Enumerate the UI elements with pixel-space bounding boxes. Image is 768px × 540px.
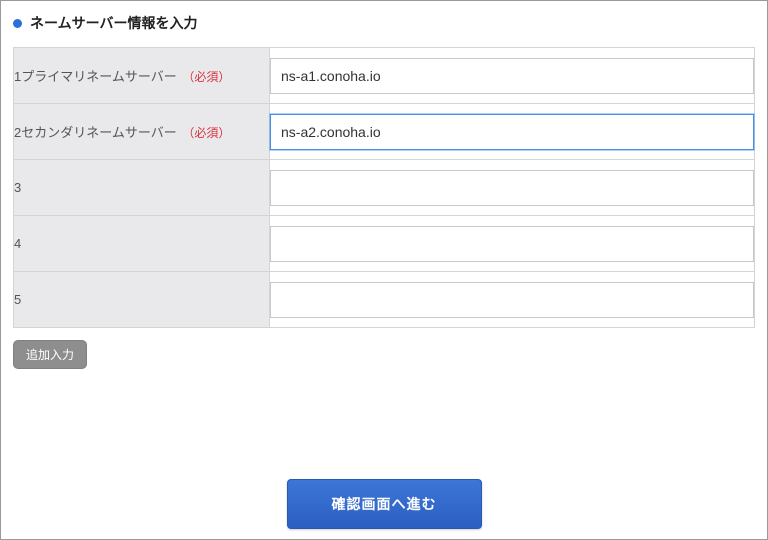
primary-ns-input[interactable]	[270, 58, 754, 94]
table-row: 2セカンダリネームサーバー （必須）	[14, 104, 755, 160]
label-ns4: 4	[14, 216, 270, 272]
required-tag: （必須）	[182, 70, 230, 84]
input-cell	[270, 104, 755, 160]
ns5-input[interactable]	[270, 282, 754, 318]
table-row: 5	[14, 272, 755, 328]
row-label: 3	[14, 180, 21, 195]
section-title: ネームサーバー情報を入力	[13, 13, 755, 33]
table-row: 4	[14, 216, 755, 272]
label-secondary-ns: 2セカンダリネームサーバー （必須）	[14, 104, 270, 160]
secondary-ns-input[interactable]	[270, 114, 754, 150]
input-cell	[270, 216, 755, 272]
nameserver-table: 1プライマリネームサーバー （必須） 2セカンダリネームサーバー （必須）	[13, 47, 755, 328]
input-cell	[270, 160, 755, 216]
input-cell	[270, 48, 755, 104]
bullet-icon	[13, 19, 22, 28]
submit-area: 確認画面へ進む	[13, 479, 755, 529]
section-title-text: ネームサーバー情報を入力	[30, 13, 197, 33]
row-label: 2セカンダリネームサーバー	[14, 125, 177, 140]
confirm-button[interactable]: 確認画面へ進む	[287, 479, 482, 529]
ns3-input[interactable]	[270, 170, 754, 206]
row-label: 1プライマリネームサーバー	[14, 69, 177, 84]
ns4-input[interactable]	[270, 226, 754, 262]
add-input-button[interactable]: 追加入力	[13, 340, 87, 369]
required-tag: （必須）	[182, 126, 230, 140]
table-row: 1プライマリネームサーバー （必須）	[14, 48, 755, 104]
table-row: 3	[14, 160, 755, 216]
row-label: 4	[14, 236, 21, 251]
form-container: ネームサーバー情報を入力 1プライマリネームサーバー （必須） 2セカンダリネー…	[0, 0, 768, 540]
label-ns3: 3	[14, 160, 270, 216]
label-primary-ns: 1プライマリネームサーバー （必須）	[14, 48, 270, 104]
label-ns5: 5	[14, 272, 270, 328]
row-label: 5	[14, 292, 21, 307]
input-cell	[270, 272, 755, 328]
